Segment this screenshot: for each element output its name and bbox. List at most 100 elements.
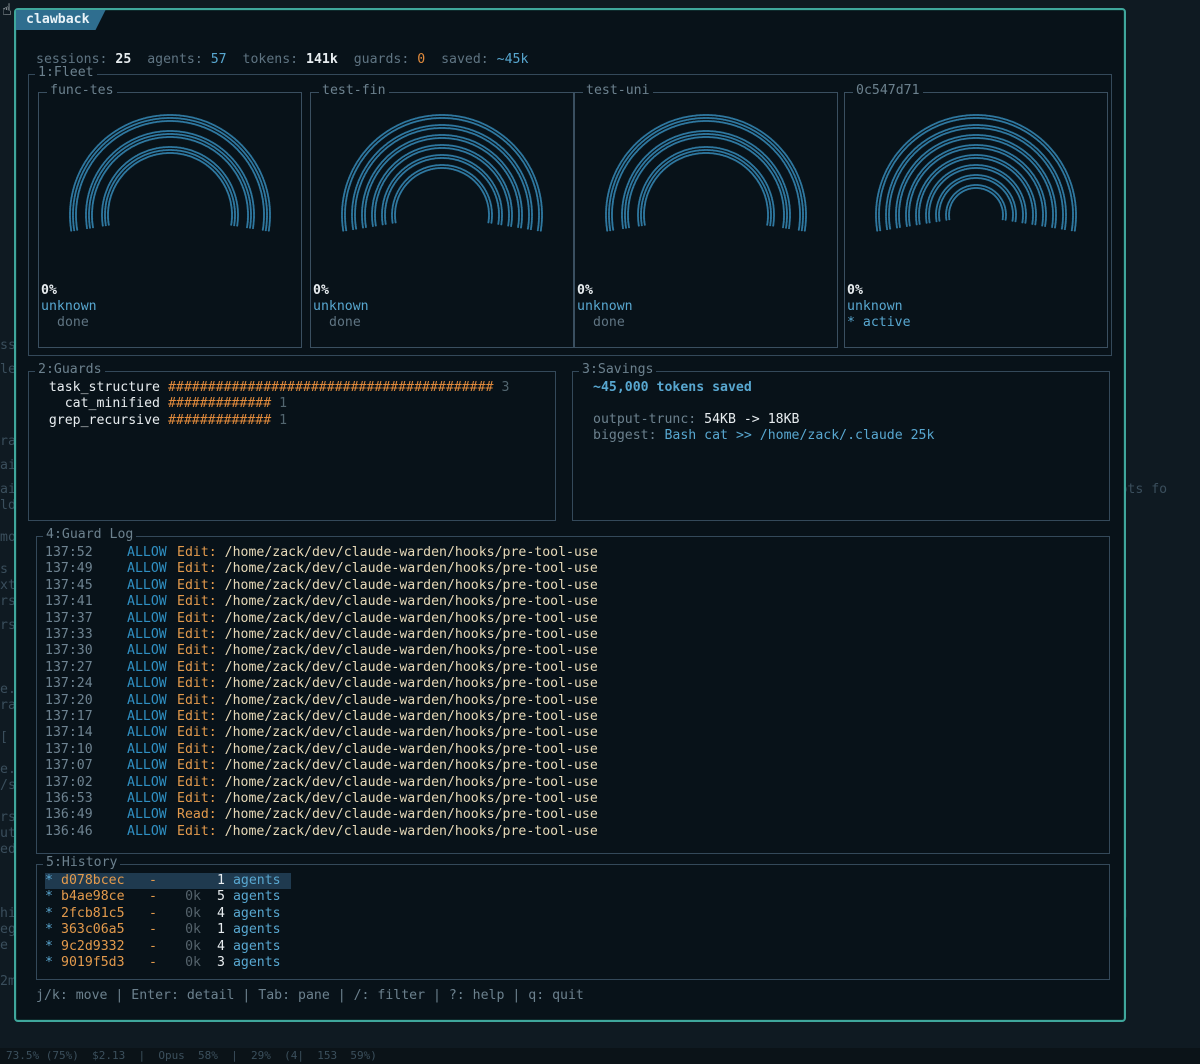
log-action-badge: ALLOW (127, 823, 167, 839)
guard-log-panel[interactable]: 4:Guard Log 137:52 ALLOW Edit: /home/zack/… (36, 527, 1110, 854)
guard-log-row[interactable]: 137:10 ALLOW Edit: /home/zack/dev/claude-w… (45, 742, 598, 758)
log-time: 137:30 (45, 643, 93, 659)
log-path: /home/zack/dev/claude-warden/hooks/pre-t… (224, 692, 598, 708)
log-action-badge: ALLOW (127, 561, 167, 577)
history-agent-count: 3 (217, 955, 225, 970)
guard-log-row[interactable]: 137:07 ALLOW Edit: /home/zack/dev/claude-w… (45, 758, 598, 774)
braille-gauge (875, 114, 1077, 232)
guard-name: task_structure (48, 380, 160, 395)
biggest-label: biggest: (593, 428, 657, 443)
help-bar: j/k: move | Enter: detail | Tab: pane | … (36, 988, 584, 1003)
fleet-card[interactable]: test-fin 0% unknown done (310, 83, 574, 348)
log-tool: Edit: (177, 692, 217, 708)
log-path: /home/zack/dev/claude-warden/hooks/pre-t… (224, 791, 598, 806)
log-path: /home/zack/dev/claude-warden/hooks/pre-t… (224, 627, 598, 642)
log-action-badge: ALLOW (127, 725, 167, 741)
log-action-badge: ALLOW (127, 807, 167, 823)
guards-value: 0 (417, 52, 426, 67)
saved-label: saved: (441, 52, 489, 67)
log-action-badge: ALLOW (127, 545, 167, 560)
guard-row[interactable]: task_structure #########################… (44, 380, 510, 396)
fleet-card[interactable]: 0c547d71 0% unknown * active (844, 83, 1108, 348)
guard-log-row[interactable]: 137:17 ALLOW Edit: /home/zack/dev/claude-w… (45, 709, 598, 725)
guard-log-row[interactable]: 137:27 ALLOW Edit: /home/zack/dev/claude-w… (45, 660, 598, 676)
history-star-icon: * (45, 922, 53, 938)
agents-label: agents: (147, 52, 203, 67)
history-star-icon: * (45, 889, 53, 905)
log-tool: Edit: (177, 610, 217, 626)
fleet-card[interactable]: test-uni 0% unknown done (574, 83, 838, 348)
guard-log-row[interactable]: 137:30 ALLOW Edit: /home/zack/dev/claude-w… (45, 643, 598, 659)
log-time: 137:52 (45, 545, 93, 560)
savings-total: ~45,000 tokens saved (593, 380, 752, 395)
fleet-card[interactable]: func-tes 0% unknown done (38, 83, 302, 348)
output-trunc-label: output-trunc: (593, 412, 697, 427)
log-tool: Edit: (177, 709, 217, 724)
guard-log-row[interactable]: 136:53 ALLOW Edit: /home/zack/dev/claude-w… (45, 791, 598, 807)
log-tool: Edit: (177, 545, 217, 560)
history-tokens: 0k (185, 922, 201, 938)
log-time: 137:33 (45, 627, 93, 642)
clawback-window[interactable]: clawback sessions: 25 agents: 57 tokens:… (14, 8, 1126, 1022)
history-agent-count: 4 (217, 938, 225, 954)
output-trunc-value: 54KB -> 18KB (704, 412, 800, 427)
history-row[interactable]: * 2fcb81c5 - 0k 4 agents (45, 906, 291, 922)
history-star-icon: * (45, 955, 53, 970)
log-tool: Edit: (177, 561, 217, 577)
guard-log-row[interactable]: 137:52 ALLOW Edit: /home/zack/dev/claude-w… (45, 545, 598, 561)
guard-log-row[interactable]: 137:14 ALLOW Edit: /home/zack/dev/claude-w… (45, 725, 598, 741)
history-row[interactable]: * 9019f5d3 - 0k 3 agents (45, 955, 291, 971)
fleet-card-name: test-fin (319, 83, 389, 100)
fleet-card-status: done (593, 315, 625, 330)
log-tool: Edit: (177, 659, 217, 675)
log-path: /home/zack/dev/claude-warden/hooks/pre-t… (224, 709, 598, 724)
guard-log-row[interactable]: 136:46 ALLOW Edit: /home/zack/dev/claude-w… (45, 824, 598, 840)
guard-row[interactable]: cat_minified ############# 1 (44, 396, 287, 412)
guard-log-row[interactable]: 136:49 ALLOW Read: /home/zack/dev/claude-w… (45, 807, 598, 823)
log-action-badge: ALLOW (127, 659, 167, 675)
guard-log-row[interactable]: 137:37 ALLOW Edit: /home/zack/dev/claude-w… (45, 611, 598, 627)
log-tool: Edit: (177, 741, 217, 757)
log-time: 136:49 (45, 807, 93, 823)
log-action-badge: ALLOW (127, 643, 167, 659)
history-row[interactable]: * 9c2d9332 - 0k 4 agents (45, 939, 291, 955)
log-tool: Edit: (177, 725, 217, 741)
guard-log-row[interactable]: 137:41 ALLOW Edit: /home/zack/dev/claude-w… (45, 594, 598, 610)
history-session-id: b4ae98ce (61, 889, 125, 905)
tokens-label: tokens: (242, 52, 299, 67)
guard-row[interactable]: grep_recursive ############# 1 (44, 413, 287, 429)
guard-log-row[interactable]: 137:49 ALLOW Edit: /home/zack/dev/claude-w… (45, 561, 598, 577)
fleet-card-name: func-tes (47, 83, 117, 100)
log-tool: Edit: (177, 676, 217, 692)
fleet-card-name: test-uni (583, 83, 653, 100)
history-panel[interactable]: 5:History * d078bcec - 1 agents * b4ae98ce - 0k… (36, 855, 1110, 980)
log-time: 137:24 (45, 676, 93, 692)
history-row[interactable]: * b4ae98ce - 0k 5 agents (45, 889, 291, 905)
guard-log-row[interactable]: 137:45 ALLOW Edit: /home/zack/dev/claude-w… (45, 578, 598, 594)
guard-count: 1 (279, 412, 288, 428)
fleet-card-state: unknown (847, 299, 903, 314)
log-tool: Read: (177, 807, 217, 823)
log-time: 137:45 (45, 577, 93, 593)
log-action-badge: ALLOW (127, 741, 167, 757)
log-action-badge: ALLOW (127, 692, 167, 708)
log-action-badge: ALLOW (127, 774, 167, 790)
log-path: /home/zack/dev/claude-warden/hooks/pre-t… (224, 774, 598, 790)
biggest-value: Bash cat >> /home/zack/.claude 25k (664, 428, 935, 443)
guards-panel-title: 2:Guards (35, 362, 105, 379)
agents-value: 57 (210, 52, 227, 67)
log-time: 137:27 (45, 659, 93, 675)
log-tool: Edit: (177, 643, 217, 659)
guard-log-row[interactable]: 137:02 ALLOW Edit: /home/zack/dev/claude-w… (45, 775, 598, 791)
log-path: /home/zack/dev/claude-warden/hooks/pre-t… (224, 610, 598, 626)
savings-panel[interactable]: 3:Savings ~45,000 tokens saved output-tr… (572, 362, 1110, 521)
history-row[interactable]: * d078bcec - 1 agents (45, 873, 291, 889)
guard-log-row[interactable]: 137:20 ALLOW Edit: /home/zack/dev/claude-w… (45, 693, 598, 709)
log-time: 137:49 (45, 561, 93, 577)
fleet-card-status: * active (847, 315, 911, 330)
guard-log-row[interactable]: 137:33 ALLOW Edit: /home/zack/dev/claude-w… (45, 627, 598, 643)
history-row[interactable]: * 363c06a5 - 0k 1 agents (45, 922, 291, 938)
guard-log-row[interactable]: 137:24 ALLOW Edit: /home/zack/dev/claude-w… (45, 676, 598, 692)
log-action-badge: ALLOW (127, 676, 167, 692)
log-path: /home/zack/dev/claude-warden/hooks/pre-t… (224, 741, 598, 757)
